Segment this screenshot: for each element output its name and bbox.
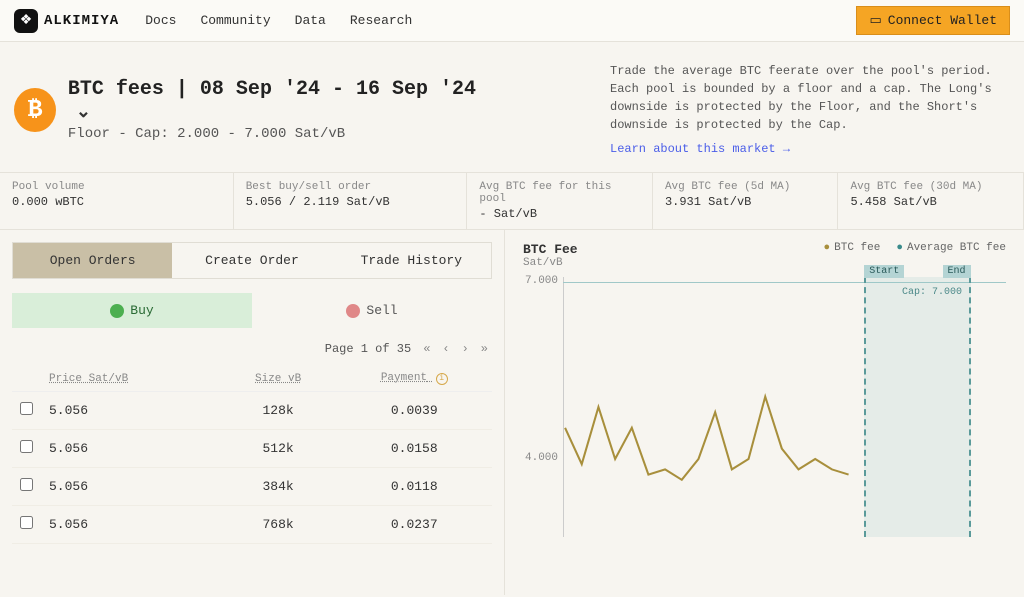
order-panel: Open Orders Create Order Trade History B… (0, 230, 505, 595)
row-checkbox[interactable] (20, 402, 33, 415)
row-checkbox[interactable] (20, 516, 33, 529)
nav-community[interactable]: Community (200, 13, 270, 28)
connect-wallet-button[interactable]: ▭ Connect Wallet (856, 6, 1010, 35)
row-checkbox[interactable] (20, 478, 33, 491)
chart-area: 7.000 4.000 Cap: 7.000 Start End (563, 277, 1006, 537)
stat-pool-volume: Pool volume 0.000 wBTC (0, 173, 234, 229)
hero: ₿ BTC fees | 08 Sep '24 - 16 Sep '24 ⌄ F… (0, 42, 1024, 173)
chart-panel: BTC Fee Sat/vB BTC fee Average BTC fee 7… (505, 230, 1024, 595)
cell-payment: 0.0158 (337, 430, 493, 468)
pager: Page 1 of 35 « ‹ › » (12, 342, 492, 356)
pool-description: Trade the average BTC feerate over the p… (610, 62, 1010, 134)
chart-line (563, 277, 1006, 537)
tab-open-orders[interactable]: Open Orders (13, 243, 172, 278)
stat-best-order: Best buy/sell order 5.056 / 2.119 Sat/vB (234, 173, 468, 229)
ytick-top: 7.000 (525, 275, 558, 287)
nav-data[interactable]: Data (295, 13, 326, 28)
page-last-icon[interactable]: » (481, 342, 488, 356)
nav-research[interactable]: Research (350, 13, 412, 28)
table-row: 5.056384k0.0118 (12, 468, 492, 506)
chart-legend: BTC fee Average BTC fee (824, 242, 1006, 254)
chevron-down-icon[interactable]: ⌄ (76, 103, 91, 123)
brand-logo-icon: ❖ (14, 9, 38, 33)
info-icon[interactable]: i (436, 373, 448, 385)
legend-avg-fee: Average BTC fee (896, 242, 1006, 254)
cell-price: 5.056 (41, 392, 220, 430)
stat-avg-fee-5d: Avg BTC fee (5d MA) 3.931 Sat/vB (653, 173, 839, 229)
sell-icon (346, 304, 360, 318)
chart-y-unit: Sat/vB (523, 257, 1006, 269)
tab-trade-history[interactable]: Trade History (332, 243, 491, 278)
brand: ❖ ALKIMIYA (14, 9, 119, 33)
col-size[interactable]: Size vB (220, 366, 337, 392)
cell-size: 512k (220, 430, 337, 468)
bitcoin-icon: ₿ (14, 88, 56, 132)
buy-icon (110, 304, 124, 318)
table-row: 5.056128k0.0039 (12, 392, 492, 430)
buy-tab[interactable]: Buy (12, 293, 252, 328)
stat-avg-fee-30d: Avg BTC fee (30d MA) 5.458 Sat/vB (838, 173, 1024, 229)
pool-subtitle: Floor - Cap: 2.000 - 7.000 Sat/vB (68, 126, 490, 142)
stat-avg-fee-pool: Avg BTC fee for this pool - Sat/vB (467, 173, 653, 229)
nav-docs[interactable]: Docs (145, 13, 176, 28)
table-row: 5.056512k0.0158 (12, 430, 492, 468)
wallet-icon: ▭ (869, 13, 881, 28)
page-prev-icon[interactable]: ‹ (442, 342, 449, 356)
cell-size: 768k (220, 506, 337, 544)
connect-wallet-label: Connect Wallet (888, 13, 997, 28)
pool-title: BTC fees | 08 Sep '24 - 16 Sep '24 ⌄ (68, 78, 490, 124)
learn-more-link[interactable]: Learn about this market → (610, 140, 790, 158)
cell-size: 384k (220, 468, 337, 506)
stats-row: Pool volume 0.000 wBTC Best buy/sell ord… (0, 173, 1024, 230)
tab-create-order[interactable]: Create Order (172, 243, 331, 278)
pool-selector[interactable]: ₿ BTC fees | 08 Sep '24 - 16 Sep '24 ⌄ F… (14, 62, 490, 158)
legend-btc-fee: BTC fee (824, 242, 881, 254)
cell-size: 128k (220, 392, 337, 430)
table-row: 5.056768k0.0237 (12, 506, 492, 544)
pool-description-block: Trade the average BTC feerate over the p… (610, 62, 1010, 158)
col-price[interactable]: Price Sat/vB (41, 366, 220, 392)
page-next-icon[interactable]: › (462, 342, 469, 356)
ytick-mid: 4.000 (525, 452, 558, 464)
cell-price: 5.056 (41, 430, 220, 468)
side-tabs: Buy Sell (12, 293, 492, 328)
col-payment[interactable]: Payment i (337, 366, 493, 392)
cell-payment: 0.0237 (337, 506, 493, 544)
cell-price: 5.056 (41, 506, 220, 544)
page-first-icon[interactable]: « (423, 342, 430, 356)
main-nav: Docs Community Data Research (145, 13, 412, 28)
row-checkbox[interactable] (20, 440, 33, 453)
main: Open Orders Create Order Trade History B… (0, 230, 1024, 595)
cell-price: 5.056 (41, 468, 220, 506)
brand-name: ALKIMIYA (44, 13, 119, 29)
orders-table: Price Sat/vB Size vB Payment i 5.056128k… (12, 366, 492, 544)
order-tabs: Open Orders Create Order Trade History (12, 242, 492, 279)
cell-payment: 0.0118 (337, 468, 493, 506)
sell-tab[interactable]: Sell (252, 293, 492, 328)
topbar: ❖ ALKIMIYA Docs Community Data Research … (0, 0, 1024, 42)
pager-text: Page 1 of 35 (325, 342, 411, 356)
cell-payment: 0.0039 (337, 392, 493, 430)
